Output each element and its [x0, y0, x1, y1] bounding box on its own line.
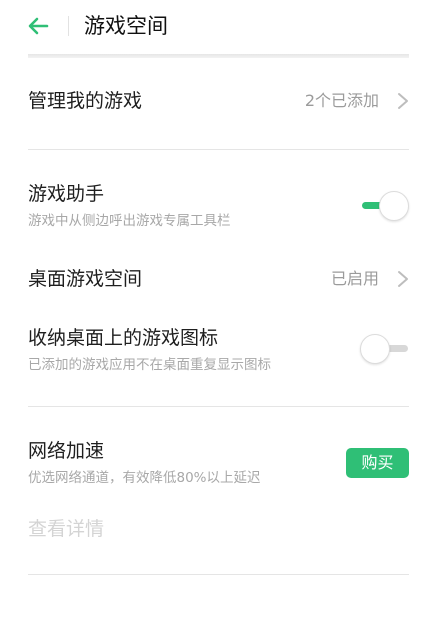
store-game-icons-row: 收纳桌面上的游戏图标 已添加的游戏应用不在桌面重复显示图标: [0, 325, 437, 377]
game-assistant-row: 游戏助手 游戏中从侧边呼出游戏专属工具栏: [0, 181, 437, 233]
toggle-knob: [379, 191, 409, 221]
section-divider: [28, 574, 409, 575]
buy-button[interactable]: 购买: [346, 448, 409, 478]
desktop-game-space-row[interactable]: 桌面游戏空间 已启用: [0, 264, 437, 294]
manage-games-count: 2个已添加: [304, 91, 379, 110]
chevron-right-icon: [396, 92, 410, 110]
section-divider: [28, 406, 409, 407]
game-assistant-subtitle: 游戏中从侧边呼出游戏专属工具栏: [28, 213, 231, 229]
store-game-icons-toggle[interactable]: [360, 333, 410, 365]
manage-games-title: 管理我的游戏: [28, 90, 143, 112]
store-game-icons-title: 收纳桌面上的游戏图标: [28, 327, 219, 349]
page-title: 游戏空间: [84, 14, 168, 38]
view-details-link[interactable]: 查看详情: [28, 516, 104, 542]
header-shadow: [28, 54, 409, 58]
network-boost-row: 网络加速 优选网络通道，有效降低80%以上延迟 购买: [0, 438, 437, 490]
top-bar: 游戏空间: [0, 0, 437, 52]
store-game-icons-subtitle: 已添加的游戏应用不在桌面重复显示图标: [28, 357, 271, 373]
chevron-right-icon: [396, 270, 410, 288]
back-arrow-icon: [28, 17, 49, 35]
network-boost-title: 网络加速: [28, 440, 105, 462]
desktop-game-space-status: 已启用: [330, 269, 379, 288]
game-assistant-title: 游戏助手: [28, 183, 105, 205]
game-space-settings-page: 游戏空间 管理我的游戏 2个已添加 游戏助手 游戏中从侧边呼出游戏专属工具栏 桌…: [0, 0, 437, 622]
desktop-game-space-title: 桌面游戏空间: [28, 268, 143, 290]
back-button[interactable]: [26, 12, 56, 40]
section-divider: [28, 149, 409, 150]
header-divider: [68, 16, 69, 36]
network-boost-subtitle: 优选网络通道，有效降低80%以上延迟: [28, 470, 261, 486]
manage-games-row[interactable]: 管理我的游戏 2个已添加: [0, 86, 437, 116]
game-assistant-toggle[interactable]: [360, 190, 410, 222]
toggle-knob: [360, 334, 390, 364]
